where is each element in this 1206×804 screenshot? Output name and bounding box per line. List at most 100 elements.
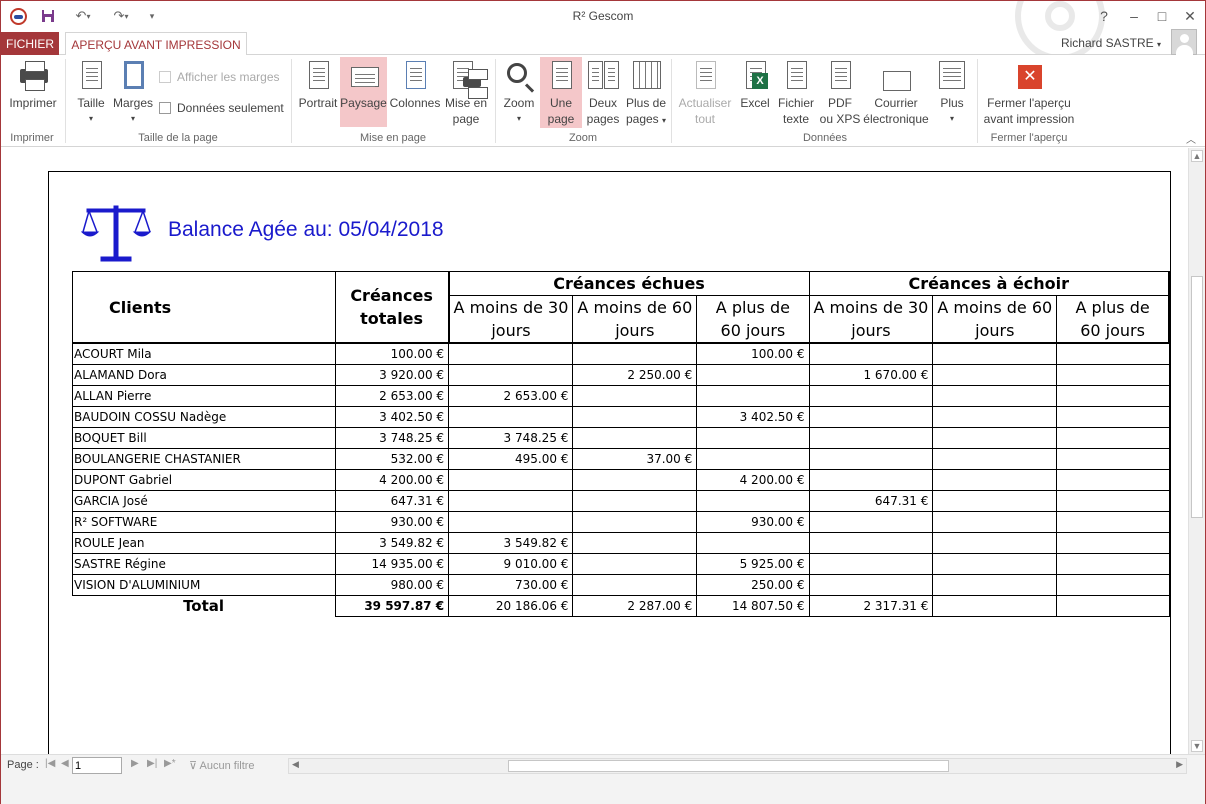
amount-cell: 730.00 €	[448, 573, 574, 596]
total-cell: 2 287.00 €	[572, 594, 698, 617]
one-page-button[interactable]: Une page	[540, 57, 582, 128]
table-row: BOULANGERIE CHASTANIER 532.00 €495.00 €37…	[72, 447, 1170, 470]
two-pages-button[interactable]: Deux pages	[584, 57, 622, 127]
amount-cell	[572, 531, 698, 554]
margins-button[interactable]: Marges ▾	[111, 57, 155, 127]
text-file-button[interactable]: Fichier texte	[775, 57, 817, 127]
client-name-cell: ALLAN Pierre	[72, 384, 336, 407]
landscape-icon	[349, 61, 379, 93]
table-row: DUPONT Gabriel 4 200.00 €4 200.00 €	[72, 468, 1170, 491]
tab-print-preview[interactable]: APERÇU AVANT IMPRESSION	[65, 32, 247, 56]
new-record-icon[interactable]: ▶*	[164, 758, 176, 769]
vertical-scrollbar[interactable]: ▲ ▼	[1188, 148, 1205, 754]
excel-button[interactable]: X Excel	[738, 57, 772, 111]
amount-cell	[808, 468, 934, 491]
amount-cell	[572, 573, 698, 596]
more-pages-button[interactable]: Plus de pages ▾	[624, 57, 668, 129]
amount-cell	[932, 405, 1058, 428]
chevron-down-icon: ▾	[516, 114, 521, 123]
columns-button[interactable]: Colonnes	[389, 57, 441, 111]
page-number-input[interactable]	[72, 757, 122, 774]
amount-cell	[572, 426, 698, 449]
scroll-right-icon[interactable]: ▶	[1176, 759, 1183, 770]
amount-cell	[572, 405, 698, 428]
horizontal-scrollbar[interactable]: ◀ ▶	[288, 758, 1187, 774]
prev-page-icon[interactable]: ◀	[61, 758, 69, 769]
total-cell: 2 317.31 €	[808, 594, 934, 617]
client-name-cell: BOQUET Bill	[72, 426, 336, 449]
filter-status[interactable]: ⊽ Aucun filtre	[189, 759, 255, 772]
minimize-button[interactable]: –	[1121, 5, 1147, 27]
amount-cell	[448, 510, 574, 533]
scroll-down-icon[interactable]: ▼	[1191, 740, 1203, 752]
app-window: ↶ ▾ ↷ ▾ ▾ R² Gescom ? – □ ✕ FICHIER APER…	[0, 0, 1206, 804]
avatar[interactable]	[1171, 29, 1197, 55]
landscape-button[interactable]: Paysage	[340, 57, 387, 127]
next-page-icon[interactable]: ▶	[131, 758, 139, 769]
group-label-taille: Taille de la page	[138, 132, 218, 144]
print-button[interactable]: Imprimer	[5, 57, 61, 111]
amount-cell	[448, 468, 574, 491]
tab-file[interactable]: FICHIER	[1, 32, 59, 55]
amount-cell: 532.00 €	[334, 447, 450, 470]
show-margins-checkbox[interactable]: Afficher les marges	[159, 70, 280, 84]
last-page-icon[interactable]: ▶|	[147, 758, 157, 769]
page-label: Page :	[7, 759, 39, 771]
filter-icon: ⊽	[189, 760, 198, 772]
amount-cell	[572, 384, 698, 407]
amount-cell	[696, 489, 810, 512]
page-setup-button[interactable]: Mise en page	[443, 57, 489, 127]
window-bottom	[1, 776, 1205, 804]
scrollbar-thumb[interactable]	[1191, 276, 1203, 518]
scroll-left-icon[interactable]: ◀	[292, 759, 299, 770]
help-button[interactable]: ?	[1091, 5, 1117, 27]
total-cell: 14 807.50 €	[696, 594, 810, 617]
amount-cell	[696, 384, 810, 407]
group-label-imprimer: Imprimer	[10, 132, 54, 144]
amount-cell: 495.00 €	[448, 447, 574, 470]
total-cell	[1056, 594, 1170, 617]
client-name-cell: GARCIA José	[72, 489, 336, 512]
amount-cell	[932, 510, 1058, 533]
amount-cell: 2 653.00 €	[334, 384, 450, 407]
refresh-all-button[interactable]: Actualiser tout	[677, 57, 733, 127]
restore-button[interactable]: □	[1149, 5, 1175, 27]
preview-area: Balance Agée au: 05/04/2018 Clients Créa…	[1, 148, 1189, 771]
email-button[interactable]: Courrier électronique	[861, 57, 931, 127]
amount-cell	[1056, 510, 1170, 533]
checkbox-box	[159, 71, 171, 83]
collapse-ribbon-icon[interactable]: ︿	[1186, 131, 1196, 146]
first-page-icon[interactable]: |◀	[45, 758, 55, 769]
separator	[65, 59, 66, 143]
amount-cell: 3 402.50 €	[696, 405, 810, 428]
amount-cell	[572, 468, 698, 491]
close-button[interactable]: ✕	[1177, 5, 1203, 27]
close-preview-button[interactable]: ✕ Fermer l'aperçu avant impression	[981, 57, 1077, 127]
user-account[interactable]: Richard SASTRE ▾	[1061, 36, 1161, 50]
table-row: VISION D'ALUMINIUM 980.00 €730.00 € 250.00…	[72, 573, 1170, 596]
ribbon: Imprimer Imprimer Taille ▾ Marges ▾ Affi…	[1, 55, 1205, 147]
amount-cell	[808, 342, 934, 365]
amount-cell	[1056, 363, 1170, 386]
more-button[interactable]: Plus ▾	[935, 57, 969, 127]
page-setup-icon	[451, 61, 488, 99]
data-only-checkbox[interactable]: Données seulement	[159, 101, 284, 115]
separator	[495, 59, 496, 143]
client-name-cell: R² SOFTWARE	[72, 510, 336, 533]
amount-cell: 9 010.00 €	[448, 552, 574, 575]
header-echues-30: A moins de 30 jours	[447, 295, 574, 344]
table-row: GARCIA José 647.31 €647.31 €	[72, 489, 1170, 512]
pdf-xps-button[interactable]: PDF ou XPS	[819, 57, 861, 127]
amount-cell	[808, 384, 934, 407]
zoom-button[interactable]: Zoom ▾	[499, 57, 539, 127]
amount-cell	[696, 447, 810, 470]
printer-icon	[18, 61, 48, 93]
scroll-up-icon[interactable]: ▲	[1191, 150, 1203, 162]
amount-cell	[932, 363, 1058, 386]
scrollbar-thumb[interactable]	[508, 760, 949, 772]
portrait-button[interactable]: Portrait	[297, 57, 339, 111]
amount-cell: 930.00 €	[334, 510, 450, 533]
size-button[interactable]: Taille ▾	[73, 57, 109, 127]
amount-cell	[808, 573, 934, 596]
header-clients: Clients	[72, 271, 336, 344]
